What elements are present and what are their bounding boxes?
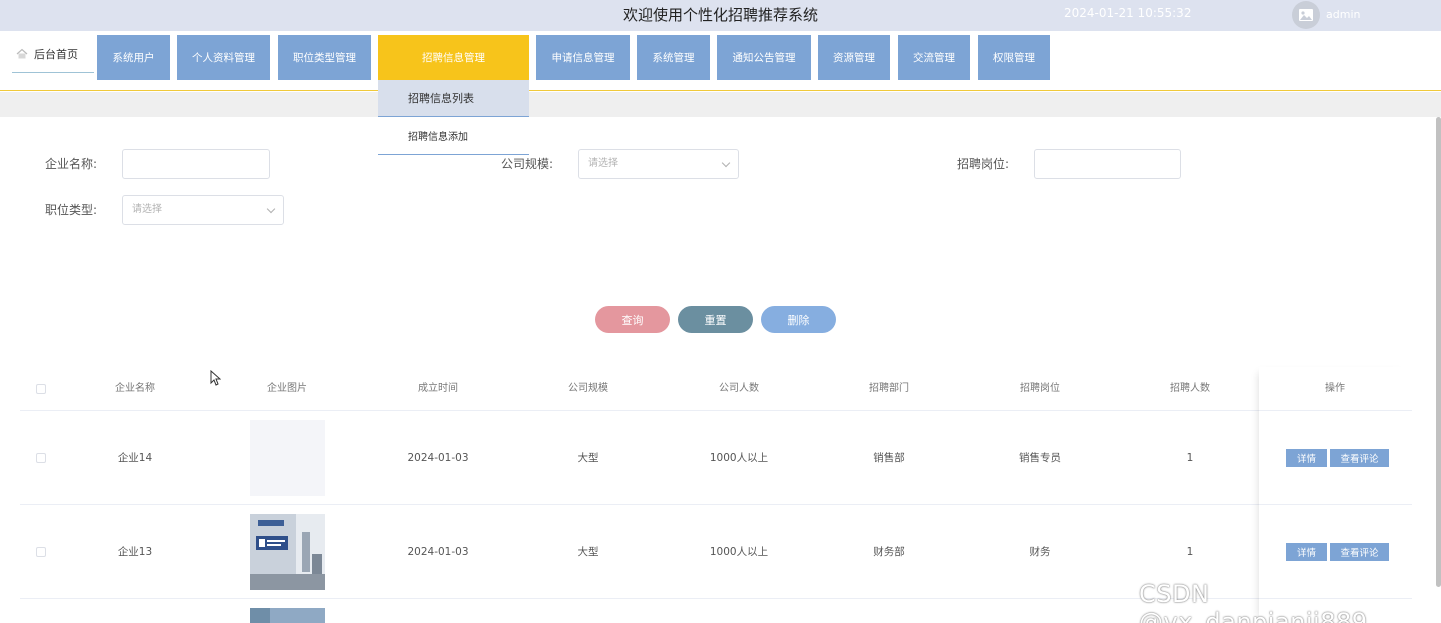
position-input[interactable] bbox=[1034, 149, 1181, 179]
company-image bbox=[250, 420, 325, 496]
reset-button[interactable]: 重置 bbox=[678, 306, 753, 333]
table-row: 企业14 2024-01-03 大型 1000人以上 销售部 销售专员 1 详情… bbox=[20, 411, 1412, 505]
col-hire-count: 招聘人数 bbox=[1170, 383, 1210, 394]
col-company-size: 公司规模 bbox=[568, 383, 608, 394]
cell-position: 销售专员 bbox=[1019, 452, 1061, 464]
nav-item-profile[interactable]: 个人资料管理 bbox=[177, 35, 270, 80]
chevron-down-icon bbox=[266, 204, 276, 214]
col-founded-date: 成立时间 bbox=[418, 383, 458, 394]
watermark: CSDN @vx_danpianji889 bbox=[1139, 580, 1368, 623]
dropdown-item-list[interactable]: 招聘信息列表 bbox=[378, 80, 529, 117]
vertical-scrollbar[interactable] bbox=[1436, 117, 1441, 587]
col-company-name: 企业名称 bbox=[115, 383, 155, 394]
company-name-input[interactable] bbox=[122, 149, 270, 179]
cell-company-name: 企业14 bbox=[117, 452, 153, 464]
row-checkbox[interactable] bbox=[36, 453, 46, 463]
nav-item-communication[interactable]: 交流管理 bbox=[898, 35, 970, 80]
cell-company-name: 企业13 bbox=[117, 546, 153, 558]
row-checkbox[interactable] bbox=[36, 547, 46, 557]
datetime: 2024-01-21 10:55:32 bbox=[1064, 6, 1192, 20]
company-image bbox=[250, 608, 325, 623]
nav-item-permissions[interactable]: 权限管理 bbox=[978, 35, 1050, 80]
nav-item-recruitment[interactable]: 招聘信息管理 bbox=[378, 35, 529, 80]
company-name-label: 企业名称: bbox=[45, 157, 98, 171]
select-all-checkbox[interactable] bbox=[36, 384, 46, 394]
top-header: 欢迎使用个性化招聘推荐系统 2024-01-21 10:55:32 admin bbox=[0, 0, 1441, 31]
cell-staff-count: 1000人以上 bbox=[709, 546, 769, 558]
col-position: 招聘岗位 bbox=[1020, 383, 1060, 394]
position-label: 招聘岗位: bbox=[957, 157, 1010, 171]
table-header: 企业名称 企业图片 成立时间 公司规模 公司人数 招聘部门 招聘岗位 招聘人数 … bbox=[20, 367, 1412, 411]
nav-item-system-users[interactable]: 系统用户 bbox=[97, 35, 170, 80]
cell-founded-date: 2024-01-03 bbox=[407, 452, 469, 464]
nav-item-notices[interactable]: 通知公告管理 bbox=[717, 35, 811, 80]
nav-item-applications[interactable]: 申请信息管理 bbox=[536, 35, 630, 80]
avatar[interactable] bbox=[1292, 1, 1320, 29]
cell-company-size: 大型 bbox=[577, 452, 599, 464]
company-size-select[interactable]: 请选择 bbox=[578, 149, 739, 179]
chevron-down-icon bbox=[721, 158, 731, 168]
username[interactable]: admin bbox=[1326, 0, 1360, 30]
col-department: 招聘部门 bbox=[869, 383, 909, 394]
home-label: 后台首页 bbox=[34, 47, 78, 61]
cell-department: 销售部 bbox=[873, 452, 905, 464]
job-type-placeholder: 请选择 bbox=[132, 204, 162, 215]
cell-founded-date: 2024-01-03 bbox=[407, 546, 469, 558]
cell-department: 财务部 bbox=[873, 546, 905, 558]
image-icon bbox=[1299, 9, 1313, 21]
company-size-placeholder: 请选择 bbox=[588, 158, 618, 169]
nav-item-system[interactable]: 系统管理 bbox=[637, 35, 710, 80]
job-type-label: 职位类型: bbox=[45, 203, 98, 217]
page-title: 欢迎使用个性化招聘推荐系统 bbox=[622, 6, 818, 24]
home-icon bbox=[16, 48, 28, 59]
job-type-select[interactable]: 请选择 bbox=[122, 195, 284, 225]
col-staff-count: 公司人数 bbox=[719, 383, 759, 394]
cell-staff-count: 1000人以上 bbox=[709, 452, 769, 464]
nav-item-resources[interactable]: 资源管理 bbox=[818, 35, 890, 80]
dropdown-item-add[interactable]: 招聘信息添加 bbox=[378, 117, 529, 155]
nav-bar: 后台首页 系统用户 个人资料管理 职位类型管理 招聘信息管理 申请信息管理 系统… bbox=[0, 31, 1441, 91]
cell-hire-count: 1 bbox=[1186, 452, 1194, 464]
query-button[interactable]: 查询 bbox=[595, 306, 670, 333]
home-link[interactable]: 后台首页 bbox=[12, 35, 94, 73]
cell-company-size: 大型 bbox=[577, 546, 599, 558]
building-shape bbox=[250, 608, 270, 623]
col-company-image: 企业图片 bbox=[267, 383, 307, 394]
delete-button[interactable]: 删除 bbox=[761, 306, 836, 333]
company-image bbox=[250, 514, 325, 590]
nav-item-job-type[interactable]: 职位类型管理 bbox=[278, 35, 371, 80]
mouse-cursor-icon bbox=[210, 370, 221, 386]
recruitment-dropdown: 招聘信息列表 招聘信息添加 bbox=[378, 80, 529, 155]
breadcrumb-strip bbox=[0, 92, 1441, 117]
cell-position: 财务 bbox=[1029, 546, 1051, 558]
office-photo bbox=[250, 514, 325, 590]
